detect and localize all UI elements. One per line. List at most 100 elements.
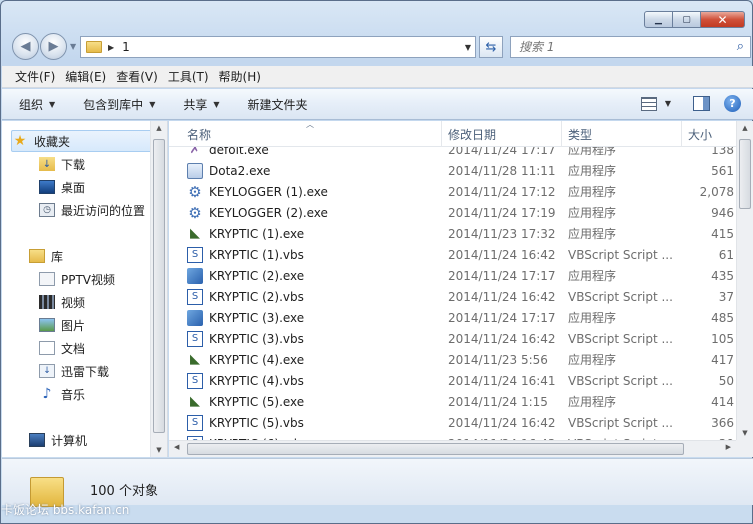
scroll-right-icon[interactable]: ▶ — [726, 443, 731, 451]
file-row[interactable]: S KRYPTIC (2).vbs 2014/11/24 16:42 VBScript… — [169, 286, 736, 307]
menu-tools[interactable]: 工具(T) — [163, 68, 214, 85]
nav-thunder-downloads[interactable]: ↓ 迅雷下载 — [39, 360, 109, 382]
file-name-cell[interactable]: ◣ KRYPTIC (1).exe — [187, 223, 442, 244]
view-controls: ▼ ? — [640, 95, 741, 112]
chevron-down-icon: ▼ — [49, 99, 56, 109]
command-bar: 组织 ▼ 包含到库中 ▼ 共享 ▼ 新建文件夹 ▼ ? — [2, 89, 753, 120]
file-row[interactable]: S KRYPTIC (5).vbs 2014/11/24 16:42 VBScript… — [169, 412, 736, 433]
refresh-button[interactable]: ⇆ — [479, 36, 503, 58]
horizontal-scroll-thumb[interactable] — [187, 443, 684, 455]
file-name-cell[interactable]: ✗ defolt.exe — [187, 147, 442, 160]
file-name: KRYPTIC (5).vbs — [209, 415, 304, 430]
file-name-cell[interactable]: ⚙ KEYLOGGER (1).exe — [187, 181, 442, 202]
minimize-button[interactable]: ▁ — [644, 11, 673, 28]
menu-help[interactable]: 帮助(H) — [214, 68, 266, 85]
nav-scroll-thumb[interactable] — [153, 139, 165, 433]
file-name-cell[interactable]: Dota2.exe — [187, 160, 442, 181]
nav-documents[interactable]: 文档 — [39, 337, 85, 359]
share-button[interactable]: 共享 ▼ — [183, 96, 219, 113]
file-type: 应用程序 — [568, 164, 617, 178]
nav-downloads[interactable]: ↓ 下载 — [39, 153, 85, 175]
file-horizontal-scrollbar[interactable]: ◀ ▶ — [169, 440, 736, 457]
nav-computer[interactable]: 计算机 — [29, 429, 87, 451]
nav-desktop[interactable]: 桌面 — [39, 176, 85, 198]
file-row[interactable]: KRYPTIC (2).exe 2014/11/24 17:17 应用程序 435 — [169, 265, 736, 286]
maximize-button[interactable]: ▢ — [673, 11, 701, 28]
file-scroll-thumb[interactable] — [739, 139, 751, 209]
nav-favorites[interactable]: ★ 收藏夹 — [11, 130, 156, 152]
file-name-cell[interactable]: S KRYPTIC (4).vbs — [187, 370, 442, 391]
help-icon[interactable]: ? — [724, 95, 741, 112]
search-input[interactable] — [519, 40, 719, 54]
file-type: 应用程序 — [568, 147, 617, 157]
back-button[interactable]: ◀ — [12, 33, 39, 60]
file-date: 2014/11/24 16:42 — [448, 247, 556, 262]
file-name: KRYPTIC (5).exe — [209, 394, 305, 409]
menu-view[interactable]: 查看(V) — [111, 68, 163, 85]
organize-button[interactable]: 组织 ▼ — [19, 96, 55, 113]
nav-recent-places[interactable]: ◷ 最近访问的位置 — [39, 199, 145, 221]
address-dropdown-icon[interactable]: ▼ — [465, 43, 471, 52]
file-name-cell[interactable]: S KRYPTIC (5).vbs — [187, 412, 442, 433]
nav-scrollbar[interactable]: ▲ ▼ — [150, 121, 167, 457]
menu-file[interactable]: 文件(F) — [10, 68, 60, 85]
nav-pptv[interactable]: PPTV视频 — [39, 268, 115, 290]
file-row[interactable]: ◣ KRYPTIC (1).exe 2014/11/23 17:32 应用程序 415 — [169, 223, 736, 244]
file-name-cell[interactable]: ◣ KRYPTIC (5).exe — [187, 391, 442, 412]
menu-edit[interactable]: 编辑(E) — [60, 68, 111, 85]
include-in-library-button[interactable]: 包含到库中 ▼ — [83, 96, 155, 113]
recent-pages-dropdown[interactable]: ▼ — [70, 42, 76, 51]
address-bar[interactable]: ▶ 1 ▼ — [80, 36, 476, 58]
nav-libraries[interactable]: 库 — [29, 245, 63, 267]
change-view-icon[interactable] — [640, 96, 657, 111]
column-type[interactable]: 类型 — [562, 121, 682, 147]
breadcrumb-arrow-icon[interactable]: ▶ — [108, 43, 114, 52]
file-row[interactable]: ◣ KRYPTIC (4).exe 2014/11/23 5:56 应用程序 417 — [169, 349, 736, 370]
view-dropdown-icon[interactable]: ▼ — [665, 99, 671, 108]
include-library-label: 包含到库中 — [83, 97, 144, 112]
scroll-left-icon[interactable]: ◀ — [174, 443, 179, 451]
file-name-cell[interactable]: ◣ KRYPTIC (4).exe — [187, 349, 442, 370]
file-size: 435 — [711, 268, 734, 283]
file-row[interactable]: Dota2.exe 2014/11/28 11:11 应用程序 561 — [169, 160, 736, 181]
folder-icon — [86, 41, 102, 53]
scroll-up-icon[interactable]: ▲ — [151, 124, 167, 132]
file-name-cell[interactable]: S KRYPTIC (1).vbs — [187, 244, 442, 265]
file-name-cell[interactable]: S KRYPTIC (3).vbs — [187, 328, 442, 349]
column-name[interactable]: 名称 — [181, 121, 442, 147]
column-date[interactable]: 修改日期 — [442, 121, 562, 147]
nav-pptv-label: PPTV视频 — [61, 272, 116, 287]
forward-button[interactable]: ▶ — [40, 33, 67, 60]
preview-pane-icon[interactable] — [693, 96, 710, 111]
new-folder-button[interactable]: 新建文件夹 — [248, 96, 308, 113]
file-row[interactable]: ⚙ KEYLOGGER (1).exe 2014/11/24 17:12 应用程序 2,… — [169, 181, 736, 202]
nav-videos[interactable]: 视频 — [39, 291, 85, 313]
file-size: 105 — [711, 331, 734, 346]
nav-pictures[interactable]: 图片 — [39, 314, 85, 336]
file-row[interactable]: S KRYPTIC (4).vbs 2014/11/24 16:41 VBScript… — [169, 370, 736, 391]
file-type: 应用程序 — [568, 269, 617, 283]
scroll-down-icon[interactable]: ▼ — [737, 429, 753, 437]
file-name-cell[interactable]: KRYPTIC (3).exe — [187, 307, 442, 328]
scroll-up-icon[interactable]: ▲ — [737, 124, 753, 132]
file-row[interactable]: S KRYPTIC (3).vbs 2014/11/24 16:42 VBScript… — [169, 328, 736, 349]
file-name-cell[interactable]: ⚙ KEYLOGGER (2).exe — [187, 202, 442, 223]
file-name-cell[interactable]: S KRYPTIC (2).vbs — [187, 286, 442, 307]
breadcrumb-path[interactable]: 1 — [122, 40, 130, 54]
scroll-down-icon[interactable]: ▼ — [151, 446, 167, 454]
search-box[interactable]: ⌕ — [510, 36, 751, 58]
share-label: 共享 — [183, 97, 208, 112]
nav-music-label: 音乐 — [61, 387, 86, 402]
file-row[interactable]: KRYPTIC (3).exe 2014/11/24 17:17 应用程序 485 — [169, 307, 736, 328]
file-row[interactable]: ✗ defolt.exe 2014/11/24 17:17 应用程序 138 — [169, 147, 736, 160]
file-vertical-scrollbar[interactable]: ▲ ▼ — [736, 121, 753, 440]
column-size[interactable]: 大小 — [682, 121, 736, 147]
nav-music[interactable]: ♪ 音乐 — [39, 383, 85, 405]
close-button[interactable]: ✕ — [701, 11, 745, 28]
search-icon[interactable]: ⌕ — [737, 39, 744, 54]
file-row[interactable]: ◣ KRYPTIC (5).exe 2014/11/24 1:15 应用程序 414 — [169, 391, 736, 412]
file-row[interactable]: ⚙ KEYLOGGER (2).exe 2014/11/24 17:19 应用程序 94… — [169, 202, 736, 223]
file-name-cell[interactable]: KRYPTIC (2).exe — [187, 265, 442, 286]
file-row[interactable]: S KRYPTIC (1).vbs 2014/11/24 16:42 VBScript… — [169, 244, 736, 265]
file-name: KRYPTIC (4).vbs — [209, 373, 304, 388]
